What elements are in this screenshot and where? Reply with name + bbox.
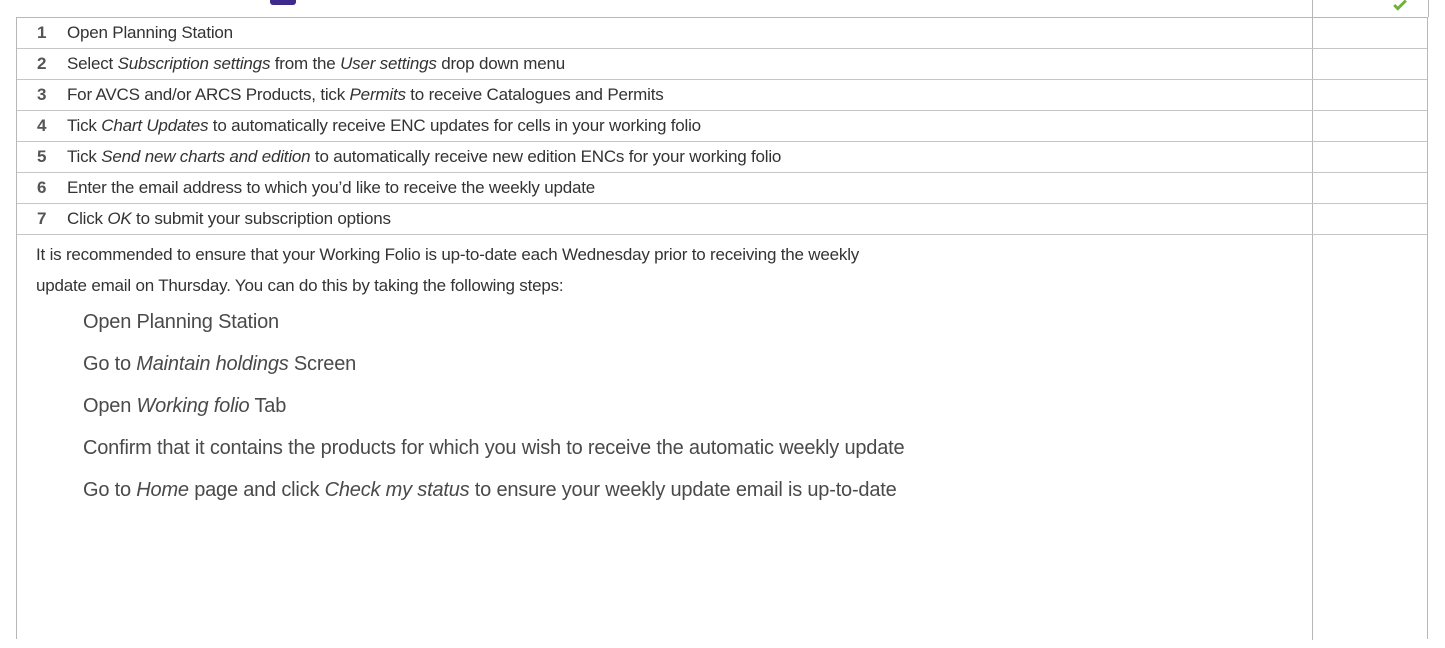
text-segment: For AVCS and/or ARCS Products, tick <box>67 85 350 104</box>
text-segment: Open Planning Station <box>67 23 233 42</box>
step-text: Enter the email address to which you’d l… <box>67 178 595 198</box>
table-row: 5 Tick Send new charts and edition to au… <box>17 142 1427 173</box>
text-segment: from the <box>270 54 341 73</box>
step-text: Tick Send new charts and edition to auto… <box>67 147 781 167</box>
text-segment: Go to <box>83 479 137 501</box>
table-row: 1 Open Planning Station <box>17 18 1427 49</box>
emphasis-text: Home <box>136 479 189 501</box>
header-check-cell <box>1312 0 1429 17</box>
text-segment: Enter the email address to which you’d l… <box>67 178 596 197</box>
step-text: Click OK to submit your subscription opt… <box>67 209 391 229</box>
heading-fragment <box>270 0 296 5</box>
text-segment: to ensure your weekly update email is up… <box>469 479 897 501</box>
text-segment: Open Planning Station <box>83 311 279 333</box>
top-band <box>0 0 1445 17</box>
list-item: Go to Maintain holdings Screen <box>83 343 904 385</box>
step-number: 3 <box>37 85 47 104</box>
step-number: 1 <box>37 23 47 42</box>
list-item: Go to Home page and click Check my statu… <box>83 469 904 511</box>
table-row: 2 Select Subscription settings from the … <box>17 49 1427 80</box>
text-segment: to automatically receive new edition ENC… <box>310 147 782 166</box>
step-number: 4 <box>37 116 47 135</box>
text-segment: to receive Catalogues and Permits <box>405 85 664 104</box>
text-segment: to automatically receive ENC updates for… <box>208 116 701 135</box>
step-text: For AVCS and/or ARCS Products, tick Perm… <box>67 85 664 105</box>
emphasis-text: Maintain holdings <box>136 353 289 375</box>
text-segment: page and click <box>188 479 325 501</box>
emphasis-text: User settings <box>340 54 437 73</box>
table-row: 4 Tick Chart Updates to automatically re… <box>17 111 1427 142</box>
emphasis-text: Check my status <box>324 479 470 501</box>
text-segment: Open <box>83 395 137 417</box>
text-segment: Tick <box>67 116 102 135</box>
text-segment: Tab <box>249 395 287 417</box>
emphasis-text: OK <box>107 209 132 228</box>
text-segment: Go to <box>83 353 137 375</box>
checklist-table: 1 Open Planning Station 2 Select Subscri… <box>16 17 1428 640</box>
text-segment: Tick <box>67 147 102 166</box>
step-number: 5 <box>37 147 47 166</box>
list-item: Open Working folio Tab <box>83 385 904 427</box>
table-row: 3 For AVCS and/or ARCS Products, tick Pe… <box>17 80 1427 111</box>
step-text: Select Subscription settings from the Us… <box>67 54 565 74</box>
step-number: 6 <box>37 178 47 197</box>
recommendation-note: It is recommended to ensure that your Wo… <box>36 239 1296 301</box>
note-line: It is recommended to ensure that your Wo… <box>36 245 860 264</box>
emphasis-text: Subscription settings <box>117 54 271 73</box>
step-text: Open Planning Station <box>67 23 233 43</box>
table-row: 6 Enter the email address to which you’d… <box>17 173 1427 204</box>
emphasis-text: Working folio <box>136 395 250 417</box>
list-item: Confirm that it contains the products fo… <box>83 427 905 469</box>
text-segment: Screen <box>288 353 357 375</box>
text-segment: Confirm that it contains the products fo… <box>83 437 905 459</box>
folio-steps-list: Open Planning Station Go to Maintain hol… <box>83 301 905 511</box>
step-number: 2 <box>37 54 47 73</box>
step-number: 7 <box>37 209 47 228</box>
emphasis-text: Send new charts and edition <box>101 147 311 166</box>
step-text: Tick Chart Updates to automatically rece… <box>67 116 701 136</box>
emphasis-text: Permits <box>349 85 406 104</box>
emphasis-text: Chart Updates <box>101 116 209 135</box>
table-row: 7 Click OK to submit your subscription o… <box>17 204 1427 235</box>
text-segment: to submit your subscription options <box>131 209 391 228</box>
text-segment: Click <box>67 209 108 228</box>
list-item: Open Planning Station <box>83 301 904 343</box>
text-segment: Select <box>67 54 118 73</box>
text-segment: drop down menu <box>436 54 566 73</box>
note-line: update email on Thursday. You can do thi… <box>36 276 564 295</box>
